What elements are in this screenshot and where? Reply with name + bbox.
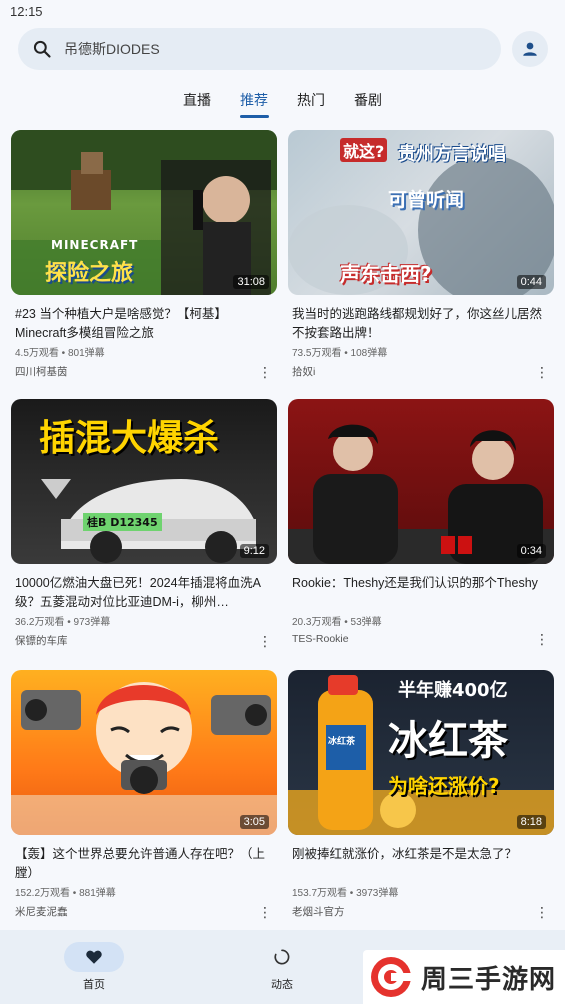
thumbnail-scene [288, 424, 554, 564]
author-row: 保镖的车库 ⋮ [11, 633, 277, 648]
thumbnail-caption: 探险之旅 [45, 261, 134, 286]
video-author[interactable]: 保镖的车库 [15, 633, 68, 648]
video-duration: 31:08 [233, 275, 269, 289]
thumbnail-scene [11, 682, 277, 835]
video-thumbnail[interactable]: 插混大爆杀 桂B D12345 9:12 [11, 399, 277, 564]
nav-home-indicator [64, 942, 124, 972]
video-title[interactable]: 10000亿燃油大盘已死！2024年插混将血洗A级？五菱混动对位比亚迪DM-i，… [11, 574, 277, 612]
thumbnail-caption: 声东击西? [340, 262, 432, 286]
video-thumbnail[interactable]: 3:05 [11, 670, 277, 835]
thumbnail-caption: 可曾听闻 [388, 189, 465, 211]
watermark: 周三手游网 [363, 950, 565, 1004]
nav-label: 动态 [271, 979, 293, 991]
video-title[interactable]: 【轰】这个世界总要允许普通人存在吧？（上膛） [11, 845, 277, 883]
more-vertical-icon[interactable]: ⋮ [534, 632, 550, 646]
thumbnail-caption: 半年赚400亿 [398, 680, 508, 701]
status-bar: 12:15 [0, 0, 565, 24]
person-icon [523, 42, 537, 56]
watermark-logo-icon [371, 957, 411, 997]
watermark-text: 周三手游网 [421, 964, 557, 995]
author-row: 拾奴i ⋮ [288, 364, 554, 379]
video-duration: 0:44 [516, 275, 546, 289]
video-thumbnail[interactable]: 就这? 贵州方言说唱 可曾听闻 声东击西? 0:44 [288, 130, 554, 295]
refresh-icon [274, 949, 290, 965]
license-plate: 桂B D12345 [83, 513, 162, 531]
search-row: 吊德斯DIODES [18, 28, 548, 70]
thumbnail-caption: 贵州方言说唱 [398, 144, 506, 165]
nav-dynamic[interactable]: 动态 [188, 930, 376, 1004]
video-duration: 9:12 [239, 544, 269, 558]
video-title[interactable]: 我当时的逃跑路线都规划好了，你这丝儿居然不按套路出牌！ [288, 305, 554, 343]
tab-bar: 直播 推荐 热门 番剧 [0, 86, 565, 120]
tab-live[interactable]: 直播 [169, 86, 226, 120]
more-vertical-icon[interactable]: ⋮ [257, 365, 273, 379]
video-stats: 153.7万观看 • 3973弹幕 [292, 888, 399, 899]
video-title[interactable]: Rookie：Theshy还是我们认识的那个Theshy [288, 574, 554, 612]
video-thumbnail[interactable]: MINECRAFT 探险之旅 31:08 [11, 130, 277, 295]
video-thumbnail[interactable]: 半年赚400亿 冰红茶 为啥还涨价? 冰红茶 8:18 [288, 670, 554, 835]
thumbnail-caption: 为啥还涨价? [388, 774, 500, 798]
account-button[interactable] [512, 31, 548, 67]
video-author[interactable]: TES-Rookie [292, 633, 349, 645]
video-card[interactable]: 0:34 Rookie：Theshy还是我们认识的那个Theshy 20.3万观… [288, 399, 554, 646]
more-vertical-icon[interactable]: ⋮ [534, 905, 550, 919]
video-duration: 0:34 [516, 544, 546, 558]
video-author[interactable]: 米尼麦泥蠢 [15, 904, 68, 919]
video-title[interactable]: #23 当个种植大户是啥感觉？【柯基】Minecraft多模组冒险之旅 [11, 305, 277, 343]
thumbnail-caption: 就这? [340, 138, 388, 162]
search-text: 吊德斯DIODES [64, 41, 160, 57]
video-card[interactable]: 3:05 【轰】这个世界总要允许普通人存在吧？（上膛） 152.2万观看 • 8… [11, 670, 277, 919]
video-title[interactable]: 刚被捧红就涨价，冰红茶是不是太急了？ [288, 845, 554, 883]
video-stats: 36.2万观看 • 973弹幕 [15, 617, 111, 628]
thumbnail-caption: 插混大爆杀 [39, 418, 220, 459]
video-author[interactable]: 四川柯基茵 [15, 364, 68, 379]
video-duration: 3:05 [239, 815, 269, 829]
tab-recommend[interactable]: 推荐 [226, 86, 283, 120]
video-card[interactable]: MINECRAFT 探险之旅 31:08 #23 当个种植大户是啥感觉？【柯基】… [11, 130, 277, 379]
video-thumbnail[interactable]: 0:34 [288, 399, 554, 564]
nav-label: 首页 [83, 979, 105, 991]
video-duration: 8:18 [516, 815, 546, 829]
video-card[interactable]: 半年赚400亿 冰红茶 为啥还涨价? 冰红茶 8:18 刚被捧红就涨价，冰红茶是… [288, 670, 554, 919]
video-stats: 73.5万观看 • 108弹幕 [292, 348, 388, 359]
tab-bangumi[interactable]: 番剧 [340, 86, 397, 120]
author-row: 老烟斗官方 ⋮ [288, 904, 554, 919]
video-stats: 4.5万观看 • 801弹幕 [15, 348, 105, 359]
video-card[interactable]: 插混大爆杀 桂B D12345 9:12 10000亿燃油大盘已死！2024年插… [11, 399, 277, 648]
nav-dynamic-indicator [252, 942, 312, 972]
search-icon [33, 40, 51, 58]
more-vertical-icon[interactable]: ⋮ [257, 634, 273, 648]
more-vertical-icon[interactable]: ⋮ [534, 365, 550, 379]
nav-home[interactable]: 首页 [0, 930, 188, 1004]
video-card[interactable]: 就这? 贵州方言说唱 可曾听闻 声东击西? 0:44 我当时的逃跑路线都规划好了… [288, 130, 554, 379]
more-vertical-icon[interactable]: ⋮ [257, 905, 273, 919]
heart-icon [86, 950, 102, 964]
video-author[interactable]: 老烟斗官方 [292, 904, 345, 919]
tab-hot[interactable]: 热门 [283, 86, 340, 120]
author-row: TES-Rookie ⋮ [288, 632, 554, 646]
author-row: 米尼麦泥蠢 ⋮ [11, 904, 277, 919]
thumbnail-caption: MINECRAFT [51, 238, 139, 252]
thumbnail-caption: 冰红茶 [388, 718, 508, 764]
search-input[interactable]: 吊德斯DIODES [18, 28, 501, 70]
video-author[interactable]: 拾奴i [292, 364, 315, 379]
video-stats: 152.2万观看 • 881弹幕 [15, 888, 116, 899]
bottle-label: 冰红茶 [328, 737, 356, 747]
status-time: 12:15 [10, 4, 43, 19]
author-row: 四川柯基茵 ⋮ [11, 364, 277, 379]
video-stats: 20.3万观看 • 53弹幕 [292, 617, 382, 628]
